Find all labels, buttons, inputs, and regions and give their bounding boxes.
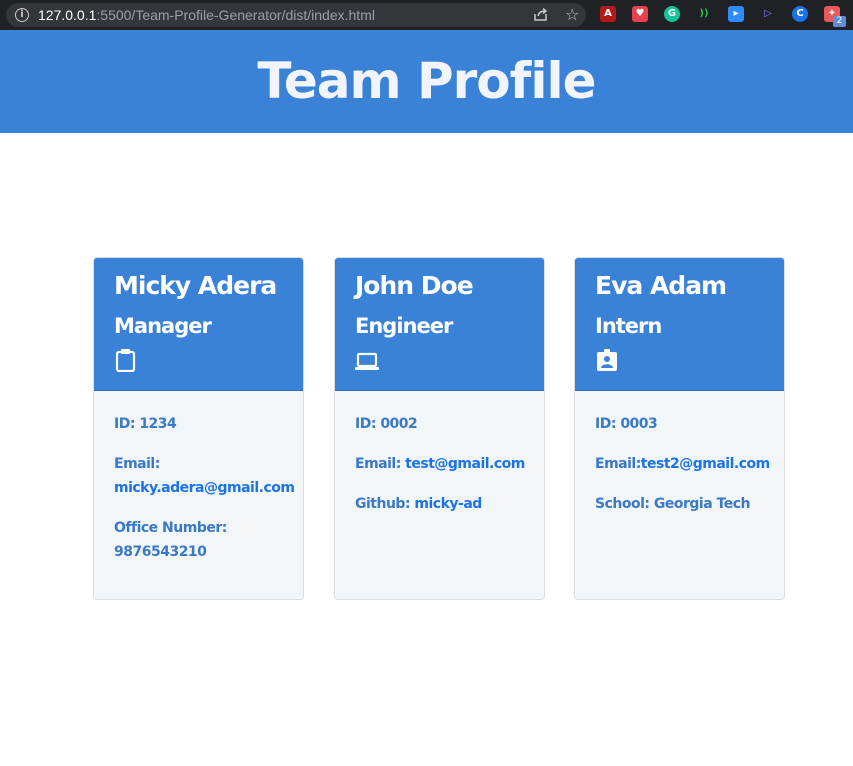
office-number: Office Number: 9876543210: [114, 520, 227, 560]
card-body: ID: 1234 Email: micky.adera@gmail.com Off…: [114, 412, 295, 564]
laptop-icon: [355, 352, 379, 370]
url-path: :5500/Team-Profile-Generator/dist/index.…: [96, 7, 375, 23]
employee-email: Email:test2@gmail.com: [595, 456, 770, 472]
clipboard-icon: [115, 349, 136, 372]
school-name: School: Georgia Tech: [595, 496, 750, 512]
employee-role: Manager: [114, 314, 212, 338]
employee-id: ID: 0002: [355, 416, 418, 432]
employee-role: Intern: [595, 314, 662, 338]
page-header: Team Profile: [0, 30, 853, 133]
employee-email: Email: micky.adera@gmail.com: [114, 456, 295, 496]
employee-id: ID: 1234: [114, 416, 177, 432]
employee-role: Engineer: [355, 314, 453, 338]
employee-id: ID: 0003: [595, 416, 658, 432]
bookmark-star-icon[interactable]: ☆: [565, 5, 579, 25]
email-link[interactable]: test2@gmail.com: [641, 456, 770, 472]
employee-card-engineer: John Doe Engineer ID: 0002 Email: test@g…: [334, 257, 545, 600]
pocket-extension-icon[interactable]: ♥: [632, 6, 648, 22]
email-link[interactable]: test@gmail.com: [405, 456, 525, 472]
employee-card-manager: Micky Adera Manager ID: 1234 Email: micky…: [93, 257, 304, 600]
github-username: Github: micky-ad: [355, 496, 482, 512]
audio-extension-icon[interactable]: )): [696, 6, 712, 22]
employee-name: John Doe: [355, 271, 474, 300]
employee-name: Micky Adera: [114, 271, 277, 300]
card-header: Eva Adam Intern: [575, 258, 784, 391]
c-extension-icon[interactable]: C: [792, 6, 808, 22]
pdf-extension-icon[interactable]: A: [600, 6, 616, 22]
github-link[interactable]: micky-ad: [414, 496, 482, 512]
card-header: John Doe Engineer: [335, 258, 544, 391]
url-text[interactable]: 127.0.0.1:5500/Team-Profile-Generator/di…: [38, 7, 375, 23]
card-body: ID: 0003 Email:test2@gmail.com School: G…: [595, 412, 775, 516]
browser-toolbar: i 127.0.0.1:5500/Team-Profile-Generator/…: [0, 0, 853, 30]
grammarly-extension-icon[interactable]: G: [664, 6, 680, 22]
site-info-icon[interactable]: i: [15, 8, 29, 22]
play-extension-icon[interactable]: ▷: [760, 6, 776, 22]
employee-card-intern: Eva Adam Intern ID: 0003 Email:test2@gma…: [574, 257, 785, 600]
url-host: 127.0.0.1: [38, 7, 97, 23]
email-link[interactable]: micky.adera@gmail.com: [114, 480, 295, 496]
card-header: Micky Adera Manager: [94, 258, 303, 391]
address-bar[interactable]: i 127.0.0.1:5500/Team-Profile-Generator/…: [6, 3, 586, 27]
id-badge-icon: [597, 349, 617, 371]
share-icon[interactable]: [533, 8, 549, 22]
card-body: ID: 0002 Email: test@gmail.com Github: m…: [355, 412, 535, 516]
zoom-extension-icon[interactable]: ▸: [728, 6, 744, 22]
employee-email: Email: test@gmail.com: [355, 456, 525, 472]
extension-count-badge: 2: [833, 16, 846, 27]
employee-name: Eva Adam: [595, 271, 727, 300]
page-title: Team Profile: [257, 52, 596, 110]
